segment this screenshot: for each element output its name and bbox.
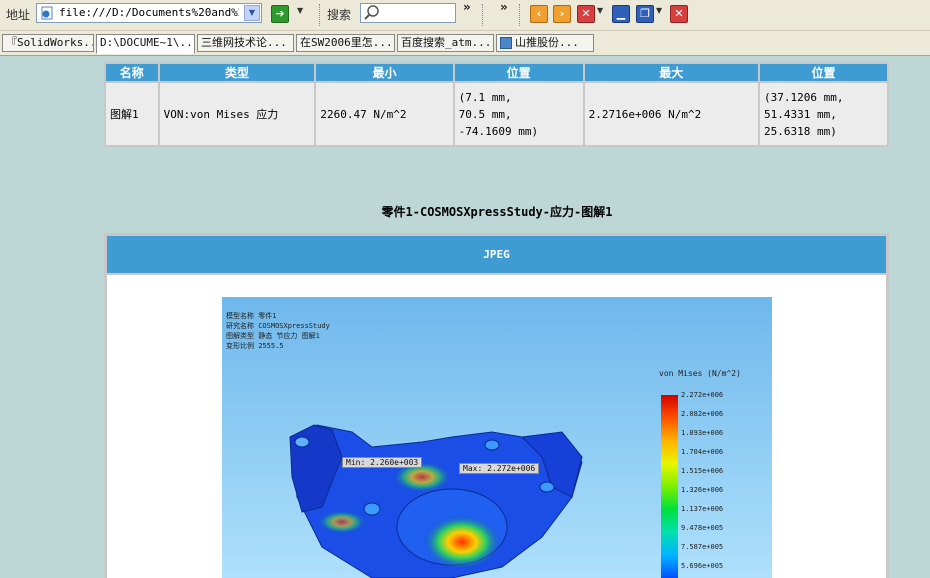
scale-tick-label: 1.515e+006 bbox=[681, 467, 724, 475]
address-dropdown-icon[interactable]: ▼ bbox=[244, 5, 260, 21]
col-header-min: 最小 bbox=[316, 64, 453, 81]
close-window-icon[interactable]: ✕ bbox=[670, 5, 688, 23]
min-location-line: (7.1 mm, bbox=[458, 90, 512, 104]
scale-tick-label: 2.272e+006 bbox=[681, 391, 724, 399]
toolbar-chevron-icon[interactable]: » bbox=[463, 0, 471, 14]
tab-baidu-search[interactable]: 百度搜索_atm... bbox=[397, 34, 494, 52]
address-label: 地址 bbox=[6, 8, 31, 22]
scale-tick-label: 5.696e+005 bbox=[681, 562, 724, 570]
back-icon[interactable]: ‹ bbox=[530, 5, 548, 23]
max-location-line: 51.4331 mm, bbox=[764, 107, 837, 121]
search-label: 搜索 bbox=[327, 8, 352, 22]
restore-icon[interactable]: ❐ bbox=[636, 5, 654, 23]
scale-tick-label: 1.326e+006 bbox=[681, 486, 724, 494]
min-location-line: -74.1609 mm) bbox=[458, 124, 539, 138]
toolbar-chevron-icon[interactable]: » bbox=[500, 0, 508, 14]
table-row: 图解1 VON:von Mises 应力 2260.47 N/m^2 (7.1 … bbox=[106, 83, 887, 145]
search-icon bbox=[364, 5, 379, 20]
col-header-max: 最大 bbox=[584, 64, 758, 81]
ie-page-icon bbox=[500, 37, 512, 49]
close-dropdown-icon[interactable]: ▼ bbox=[597, 6, 603, 15]
tab-bar: 『SolidWorks... D:\DOCUME~1\... 三维网技术论...… bbox=[0, 31, 930, 56]
tab-sw2006[interactable]: 在SW2006里怎... bbox=[296, 34, 395, 52]
toolbar-separator bbox=[319, 4, 321, 26]
table-header-row: 名称 类型 最小 位置 最大 位置 bbox=[106, 64, 887, 81]
toolbar-separator bbox=[519, 4, 521, 26]
tab-3d-forum[interactable]: 三维网技术论... bbox=[197, 34, 294, 52]
tab-solidworks[interactable]: 『SolidWorks... bbox=[2, 34, 94, 52]
part-model-graphic bbox=[289, 424, 583, 578]
cell-type: VON:von Mises 应力 bbox=[159, 83, 315, 145]
go-icon[interactable]: ➔ bbox=[271, 5, 289, 23]
forward-icon[interactable]: › bbox=[553, 5, 571, 23]
col-header-type: 类型 bbox=[159, 64, 315, 81]
min-value-tag: Min: 2.260e+003 bbox=[342, 457, 423, 468]
scale-tick-label: 1.893e+006 bbox=[681, 429, 724, 437]
toolbar-separator bbox=[482, 4, 484, 26]
restore-dropdown-icon[interactable]: ▼ bbox=[656, 6, 662, 15]
min-location-line: 70.5 mm, bbox=[458, 107, 512, 121]
figure-caption: 零件1-COSMOSXpressStudy-应力-图解1 bbox=[381, 205, 613, 219]
page-icon bbox=[41, 6, 53, 20]
scale-tick-label: 1.137e+006 bbox=[681, 505, 724, 513]
scale-tick-label: 9.478e+005 bbox=[681, 524, 724, 532]
tab-local-file[interactable]: D:\DOCUME~1\... bbox=[96, 34, 195, 54]
close-tab-icon[interactable]: ✕ bbox=[577, 5, 595, 23]
scale-tick-label: 7.587e+005 bbox=[681, 543, 724, 551]
col-header-max-location: 位置 bbox=[760, 64, 887, 81]
max-value-tag: Max: 2.272e+006 bbox=[459, 463, 540, 474]
col-header-name: 名称 bbox=[106, 64, 158, 81]
color-scale-bar bbox=[661, 395, 678, 578]
address-input[interactable]: file:///D:/Documents%20and%20Se bbox=[59, 6, 239, 19]
legend-title: von Mises (N/m^2) bbox=[659, 369, 741, 378]
search-input[interactable] bbox=[360, 3, 456, 23]
results-table: 名称 类型 最小 位置 最大 位置 图解1 VON:von Mises 应力 2… bbox=[104, 62, 889, 147]
cell-name: 图解1 bbox=[106, 83, 158, 145]
scale-tick-label: 2.082e+006 bbox=[681, 410, 724, 418]
scale-tick-label: 1.704e+006 bbox=[681, 448, 724, 456]
max-location-line: 25.6318 mm) bbox=[764, 124, 837, 138]
tab-shantui[interactable]: 山推股份... bbox=[496, 34, 594, 52]
cell-max-location: (37.1206 mm, 51.4331 mm, 25.6318 mm) bbox=[760, 83, 887, 145]
max-location-line: (37.1206 mm, bbox=[764, 90, 844, 104]
stress-plot-image: 模型名称 零件1 研究名称 COSMOSXpressStudy 图解类型 静态 … bbox=[222, 297, 772, 578]
cell-min-location: (7.1 mm, 70.5 mm, -74.1609 mm) bbox=[454, 83, 583, 145]
tab-label: 山推股份... bbox=[515, 36, 579, 49]
browser-toolbar: 地址 file:///D:/Documents%20and%20Se ▼ ➔ ▼… bbox=[0, 0, 930, 31]
cell-max: 2.2716e+006 N/m^2 bbox=[584, 83, 758, 145]
go-dropdown-icon[interactable]: ▼ bbox=[297, 6, 303, 15]
col-header-min-location: 位置 bbox=[454, 64, 583, 81]
address-bar[interactable]: file:///D:/Documents%20and%20Se ▼ bbox=[36, 3, 262, 23]
cell-min: 2260.47 N/m^2 bbox=[316, 83, 453, 145]
figure-header: JPEG bbox=[107, 236, 886, 273]
minimize-icon[interactable]: ▁ bbox=[612, 5, 630, 23]
